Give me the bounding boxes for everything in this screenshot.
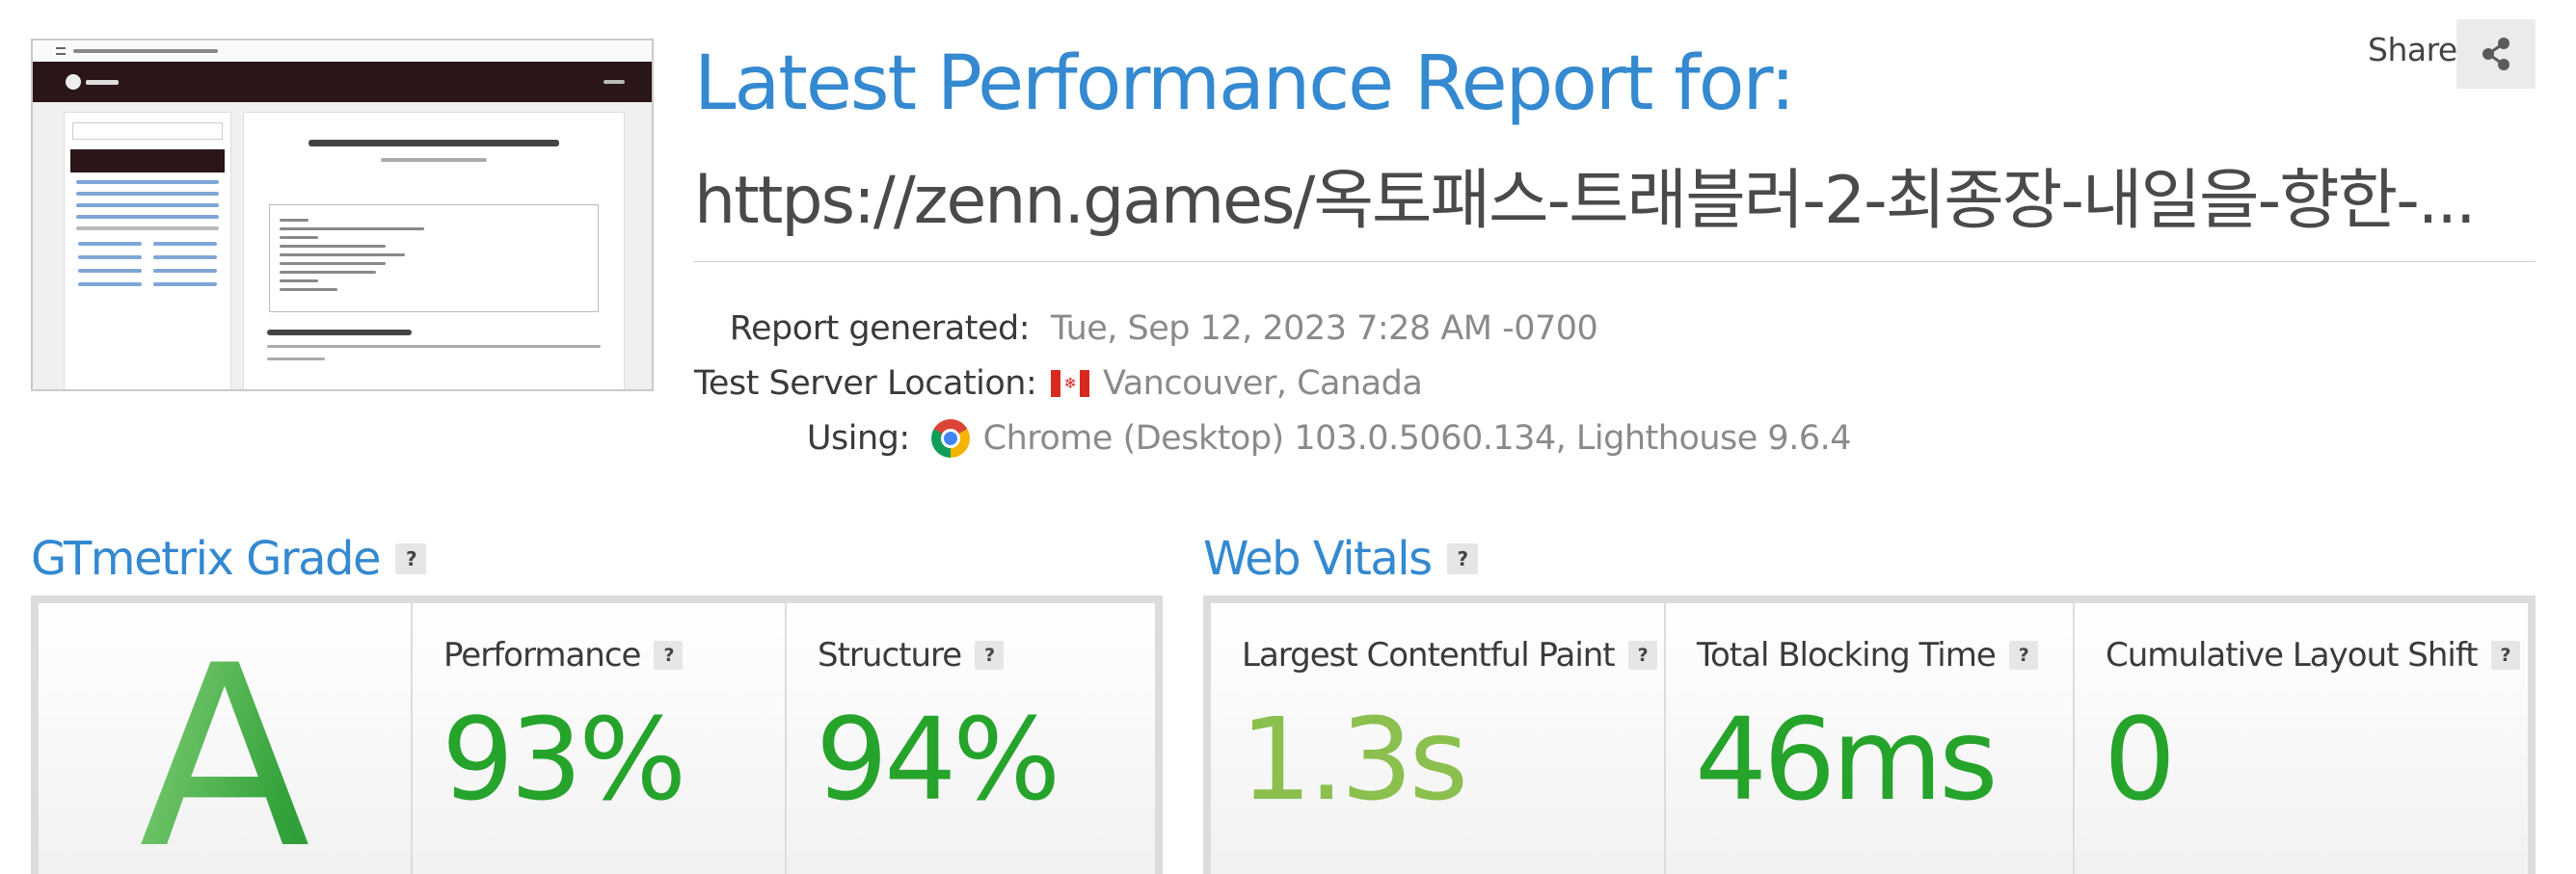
meta-test-server-location: Test Server Location: ❄ Vancouver, Canad… [694, 356, 1851, 411]
help-icon[interactable]: ? [975, 641, 1005, 670]
section-title: Web Vitals [1203, 532, 1433, 586]
share-icon [2482, 38, 2509, 70]
lcp-cell: Largest Contentful Paint ? 1.3s [1211, 603, 1666, 874]
meta-report-generated: Report generated: Tue, Sep 12, 2023 7:28… [694, 301, 1851, 356]
lcp-label: Largest Contentful Paint [1242, 636, 1616, 675]
help-icon[interactable]: ? [1627, 641, 1657, 670]
header-divider [694, 261, 2536, 262]
report-meta: Report generated: Tue, Sep 12, 2023 7:28… [694, 301, 1852, 465]
structure-value: 94% [816, 693, 1060, 826]
grade-letter: A [39, 621, 411, 874]
chrome-icon [930, 418, 970, 458]
meta-value: Vancouver, Canada [1103, 363, 1423, 403]
share-label: Share [2368, 31, 2457, 68]
report-url[interactable]: https://zenn.games/옥토패스-트래블러-2-최종장-내일을-향… [694, 146, 2487, 242]
lcp-value: 1.3s [1240, 693, 1468, 826]
cls-label: Cumulative Layout Shift [2106, 636, 2479, 675]
performance-value: 93% [442, 693, 686, 826]
canada-flag-icon: ❄ [1051, 369, 1089, 397]
gtmetrix-grade-panel: A Performance ? 93% Structure ? 94% [31, 596, 1163, 874]
share-button[interactable] [2456, 19, 2536, 89]
page-screenshot-thumbnail[interactable] [31, 39, 654, 391]
report-title: Latest Performance Report for: [694, 40, 1795, 127]
meta-label: Report generated: [729, 308, 1031, 348]
thumb-site-body [33, 102, 652, 389]
meta-value: Chrome (Desktop) 103.0.5060.134, Lightho… [982, 418, 1852, 458]
performance-label: Performance [443, 636, 641, 675]
web-vitals-heading: Web Vitals ? [1203, 532, 1478, 586]
meta-value: Tue, Sep 12, 2023 7:28 AM -0700 [1051, 308, 1598, 348]
meta-label: Using: [806, 418, 910, 458]
meta-label: Test Server Location: [694, 363, 1037, 403]
thumb-browser-bar [33, 40, 652, 62]
gtmetrix-grade-heading: GTmetrix Grade ? [31, 532, 426, 586]
cls-value: 0 [2104, 693, 2176, 826]
thumb-site-header [33, 62, 652, 102]
tbt-cell: Total Blocking Time ? 46ms [1666, 603, 2075, 874]
help-icon[interactable]: ? [2490, 641, 2520, 670]
tbt-value: 46ms [1695, 693, 1999, 826]
structure-cell: Structure ? 94% [787, 603, 1155, 874]
help-icon[interactable]: ? [2008, 641, 2038, 670]
structure-label: Structure [818, 636, 962, 675]
tbt-label: Total Blocking Time [1697, 636, 1997, 675]
cls-cell: Cumulative Layout Shift ? 0 [2075, 603, 2528, 874]
web-vitals-panel: Largest Contentful Paint ? 1.3s Total Bl… [1203, 596, 2536, 874]
section-title: GTmetrix Grade [31, 532, 382, 586]
meta-using: Using: Chrome (Desktop) 103.0.5060.134, … [694, 411, 1852, 465]
grade-cell: A [39, 603, 413, 874]
help-icon[interactable]: ? [1446, 543, 1478, 574]
performance-cell: Performance ? 93% [413, 603, 787, 874]
help-icon[interactable]: ? [395, 543, 426, 574]
help-icon[interactable]: ? [654, 641, 684, 670]
